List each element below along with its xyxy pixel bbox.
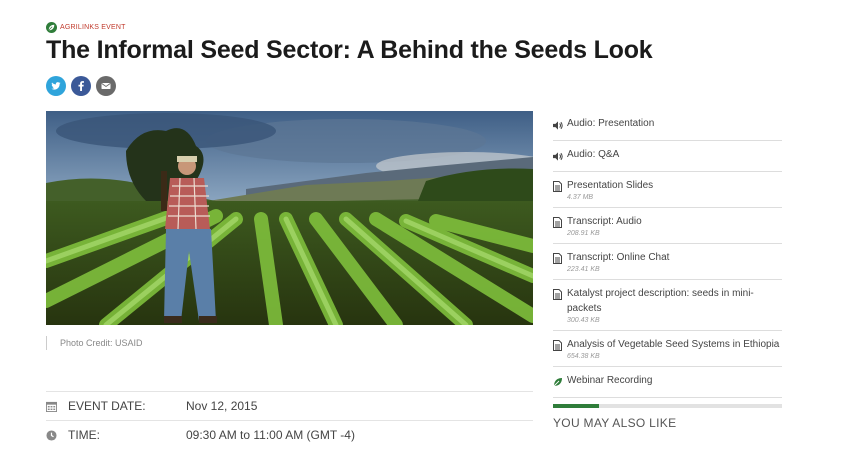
resource-size: 223.41 KB [567, 266, 600, 273]
document-icon [553, 286, 567, 305]
photo-credit: Photo Credit: USAID [46, 336, 143, 350]
email-icon [101, 83, 111, 89]
resource-link[interactable]: Audio: Q&A [553, 141, 782, 172]
resource-size: 654.38 KB [567, 353, 600, 360]
document-icon [553, 250, 567, 269]
event-time-value: 09:30 AM to 11:00 AM (GMT -4) [186, 428, 355, 442]
resource-title: Transcript: Online Chat [567, 252, 670, 263]
resource-title: Transcript: Audio [567, 216, 642, 227]
resource-size: 208.91 KB [567, 230, 600, 237]
event-photo [46, 111, 533, 325]
event-details: EVENT DATE: Nov 12, 2015 TIME: 09:30 AM … [46, 391, 533, 449]
email-share-button[interactable] [96, 76, 116, 96]
agrilinks-leaf-icon [46, 22, 57, 33]
leaf-icon [553, 373, 567, 392]
page-title: The Informal Seed Sector: A Behind the S… [46, 36, 653, 64]
document-icon [553, 178, 567, 197]
document-icon [553, 337, 567, 356]
facebook-share-button[interactable] [71, 76, 91, 96]
twitter-share-button[interactable] [46, 76, 66, 96]
event-date-row: EVENT DATE: Nov 12, 2015 [46, 391, 533, 420]
resource-title: Webinar Recording [567, 375, 653, 386]
resource-link[interactable]: Katalyst project description: seeds in m… [553, 280, 782, 331]
resources-sidebar: Audio: Presentation Audio: Q&A Presentat… [553, 110, 782, 430]
audio-icon [553, 116, 567, 135]
event-time-row: TIME: 09:30 AM to 11:00 AM (GMT -4) [46, 420, 533, 449]
resource-title: Analysis of Vegetable Seed Systems in Et… [567, 339, 780, 350]
resource-link[interactable]: Presentation Slides 4.37 MB [553, 172, 782, 208]
document-icon [553, 214, 567, 233]
event-date-label: EVENT DATE: [68, 399, 146, 413]
audio-icon [553, 147, 567, 166]
resource-link[interactable]: Transcript: Online Chat 223.41 KB [553, 244, 782, 280]
progress-fill [553, 404, 599, 408]
share-bar [46, 76, 116, 96]
resource-title: Audio: Q&A [567, 149, 620, 160]
resource-title: Presentation Slides [567, 180, 654, 191]
event-tag[interactable]: AGRILINKS EVENT [46, 22, 126, 33]
event-time-label: TIME: [68, 428, 100, 442]
clock-icon [46, 429, 68, 441]
resource-size: 300.43 KB [567, 317, 600, 324]
resource-title: Audio: Presentation [567, 118, 655, 129]
event-tag-label: AGRILINKS EVENT [60, 24, 126, 31]
you-may-also-like-heading: YOU MAY ALSO LIKE [553, 416, 677, 430]
resource-link[interactable]: Transcript: Audio 208.91 KB [553, 208, 782, 244]
sidebar-progress-bar [553, 404, 782, 408]
facebook-icon [78, 81, 84, 91]
resource-title: Katalyst project description: seeds in m… [567, 288, 754, 314]
resource-link[interactable]: Audio: Presentation [553, 110, 782, 141]
event-date-value: Nov 12, 2015 [186, 399, 258, 413]
calendar-icon [46, 401, 68, 412]
twitter-icon [51, 82, 61, 90]
resource-size: 4.37 MB [567, 194, 594, 201]
resource-link[interactable]: Analysis of Vegetable Seed Systems in Et… [553, 331, 782, 367]
resource-link[interactable]: Webinar Recording [553, 367, 782, 398]
